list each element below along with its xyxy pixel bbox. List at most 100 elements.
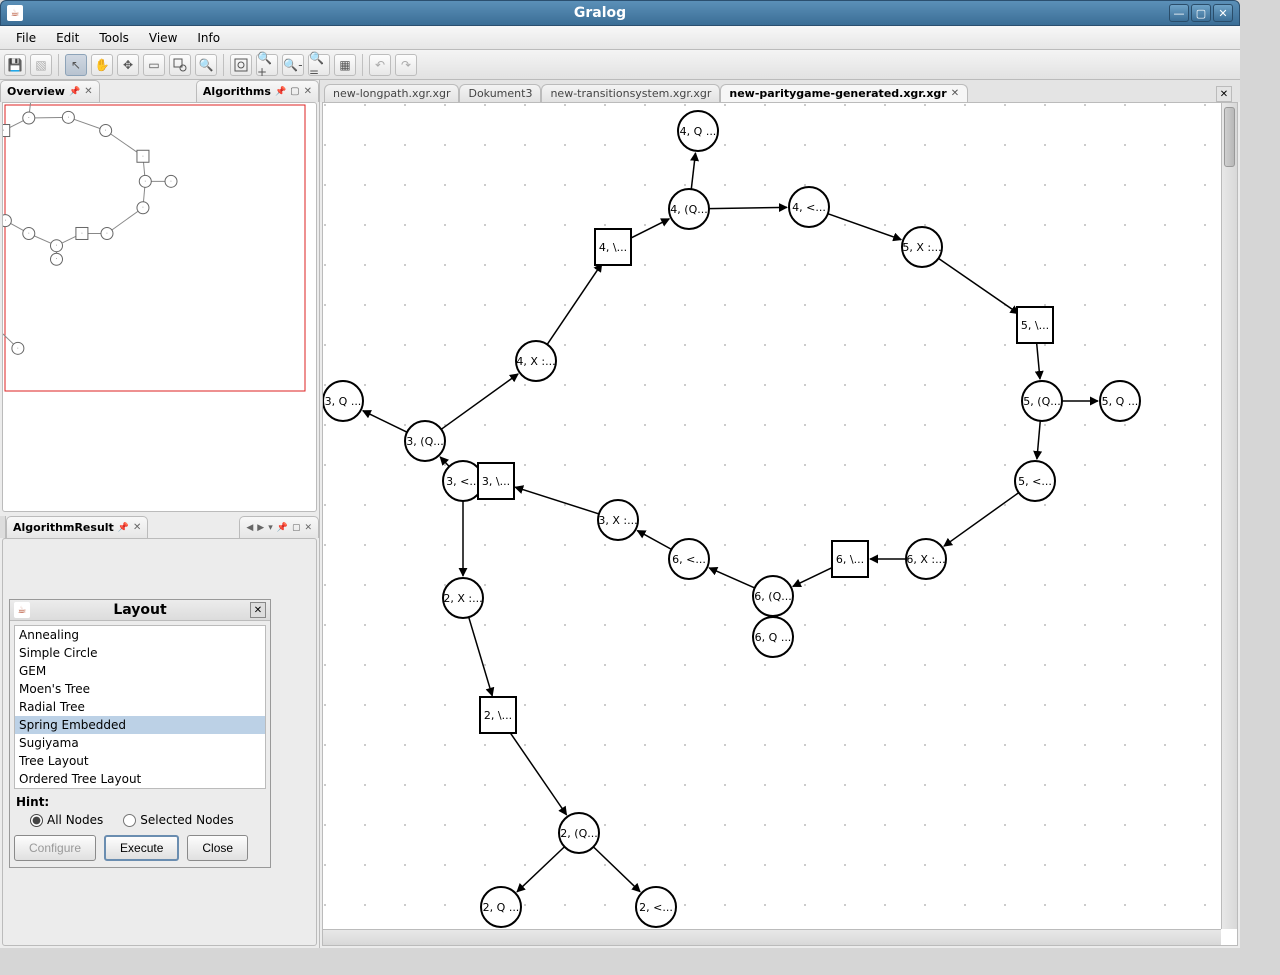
zoom-reset-icon[interactable]: 🔍= (308, 54, 330, 76)
grid-icon[interactable]: ▦ (334, 54, 356, 76)
radio-selected-nodes[interactable]: Selected Nodes (123, 813, 233, 827)
scrollbar-thumb[interactable] (1224, 107, 1235, 167)
pin-icon[interactable]: 📌 (277, 523, 288, 533)
graph-node[interactable]: 4, X :... (516, 341, 556, 381)
graph-node[interactable]: 6, X :... (906, 539, 946, 579)
tab-algorithms[interactable]: Algorithms 📌 ▢ ✕ (196, 80, 319, 102)
close-icon[interactable]: ✕ (250, 602, 266, 618)
graph-node[interactable]: 3, (Q... (405, 421, 445, 461)
svg-text:·: · (3, 128, 5, 135)
maximize-icon[interactable]: ▢ (292, 523, 301, 533)
graph-canvas[interactable]: 4, Q ... 4, (Q... 4, <... 4, \... 5, X :... 5… (322, 102, 1238, 946)
svg-text:·: · (105, 128, 107, 135)
zoom-region-icon[interactable] (169, 54, 191, 76)
graph-node[interactable]: 6, <... (669, 539, 709, 579)
close-icon[interactable]: ✕ (304, 86, 312, 97)
maximize-button[interactable]: ▢ (1191, 4, 1211, 22)
close-button[interactable]: Close (187, 835, 248, 861)
layout-item[interactable]: Radial Tree (15, 698, 265, 716)
pin-icon[interactable]: 📌 (69, 87, 80, 97)
close-icon[interactable]: ✕ (951, 88, 959, 99)
graph-node[interactable]: 5, <... (1015, 461, 1055, 501)
hand-icon[interactable]: ✋ (91, 54, 113, 76)
layout-titlebar[interactable]: ☕ Layout ✕ (10, 600, 270, 621)
graph-node[interactable]: 2, \... (480, 697, 516, 733)
svg-text:6, Q ...: 6, Q ... (755, 631, 792, 644)
menu-edit[interactable]: Edit (46, 29, 89, 47)
layout-list[interactable]: AnnealingSimple CircleGEMMoen's TreeRadi… (14, 625, 266, 789)
hint-label: Hint: (10, 793, 270, 811)
layout-item[interactable]: Simple Circle (15, 644, 265, 662)
close-all-icon[interactable]: ✕ (1216, 86, 1232, 102)
graph-node[interactable]: 2, (Q... (559, 813, 599, 853)
prev-icon[interactable]: ◀ (246, 523, 253, 533)
doc-tab[interactable]: new-longpath.xgr.xgr (324, 84, 459, 102)
configure-button[interactable]: Configure (14, 835, 96, 861)
dropdown-icon[interactable]: ▾ (268, 523, 273, 533)
svg-text:4, X :...: 4, X :... (516, 355, 555, 368)
maximize-icon[interactable]: ▢ (290, 86, 299, 97)
doc-tab[interactable]: new-transitionsystem.xgr.xgr (541, 84, 720, 102)
menu-view[interactable]: View (139, 29, 187, 47)
graph-node[interactable]: 5, (Q... (1022, 381, 1062, 421)
layout-item[interactable]: Tree Layout (15, 752, 265, 770)
graph-node[interactable]: 5, X :... (902, 227, 942, 267)
doc-tab[interactable]: Dokument3 (459, 84, 541, 102)
graph-node[interactable]: 5, Q ... (1100, 381, 1140, 421)
close-button[interactable]: ✕ (1213, 4, 1233, 22)
close-icon[interactable]: ✕ (133, 522, 141, 533)
menu-file[interactable]: File (6, 29, 46, 47)
svg-text:·: · (142, 153, 144, 160)
horizontal-scrollbar[interactable] (323, 929, 1221, 945)
minimize-button[interactable]: — (1169, 4, 1189, 22)
redo-icon[interactable]: ↷ (395, 54, 417, 76)
layout-item[interactable]: Annealing (15, 626, 265, 644)
graph-node[interactable]: 5, \... (1017, 307, 1053, 343)
execute-button[interactable]: Execute (104, 835, 179, 861)
graph-node[interactable]: 3, \... (478, 463, 514, 499)
tab-algorithm-result[interactable]: AlgorithmResult 📌 ✕ (6, 516, 148, 538)
graph-node[interactable]: 6, (Q... (753, 576, 793, 616)
tab-overview[interactable]: Overview 📌 ✕ (0, 80, 100, 102)
graph-node[interactable]: 6, Q ... (753, 617, 793, 657)
zoom-out-icon[interactable]: 🔍- (282, 54, 304, 76)
layout-title: Layout (113, 602, 166, 618)
pointer-icon[interactable]: ↖ (65, 54, 87, 76)
pin-icon[interactable]: 📌 (118, 523, 129, 533)
graph-node[interactable]: 6, \... (832, 541, 868, 577)
graph-node[interactable]: 2, Q ... (481, 887, 521, 927)
zoom-in-icon[interactable]: 🔍+ (256, 54, 278, 76)
graph-node[interactable]: 3, Q ... (323, 381, 363, 421)
marquee-icon[interactable]: ▭ (143, 54, 165, 76)
menu-tools[interactable]: Tools (89, 29, 139, 47)
graph-node[interactable]: 2, <... (636, 887, 676, 927)
layout-item[interactable]: GEM (15, 662, 265, 680)
layout-item[interactable]: Sugiyama (15, 734, 265, 752)
next-icon[interactable]: ▶ (257, 523, 264, 533)
doc-tab[interactable]: new-paritygame-generated.xgr.xgr✕ (720, 84, 968, 102)
close-icon[interactable]: ✕ (84, 86, 92, 97)
graph-node[interactable]: 4, <... (789, 187, 829, 227)
layout-item[interactable]: Spring Embedded (15, 716, 265, 734)
graph-node[interactable]: 3, X :... (598, 500, 638, 540)
radio-all-nodes[interactable]: All Nodes (30, 813, 103, 827)
menu-info[interactable]: Info (187, 29, 230, 47)
panel-nav: ◀ ▶ ▾ 📌 ▢ ✕ (239, 516, 319, 538)
layout-item[interactable]: Ordered Tree Layout (15, 770, 265, 788)
undo-icon[interactable]: ↶ (369, 54, 391, 76)
close-icon[interactable]: ✕ (304, 523, 312, 533)
graph-node[interactable]: 2, X :... (443, 578, 483, 618)
new-icon[interactable]: ▧ (30, 54, 52, 76)
zoom-fit-icon[interactable] (230, 54, 252, 76)
svg-text:2, (Q...: 2, (Q... (560, 827, 597, 840)
overview-panel[interactable]: ························· (2, 102, 317, 512)
graph-node[interactable]: 4, Q ... (678, 111, 718, 151)
layout-item[interactable]: Moen's Tree (15, 680, 265, 698)
vertical-scrollbar[interactable] (1221, 103, 1237, 929)
graph-node[interactable]: 4, (Q... (669, 189, 709, 229)
move-icon[interactable]: ✥ (117, 54, 139, 76)
zoom-icon[interactable]: 🔍 (195, 54, 217, 76)
graph-node[interactable]: 4, \... (595, 229, 631, 265)
pin-icon[interactable]: 📌 (275, 87, 286, 97)
save-icon[interactable]: 💾 (4, 54, 26, 76)
